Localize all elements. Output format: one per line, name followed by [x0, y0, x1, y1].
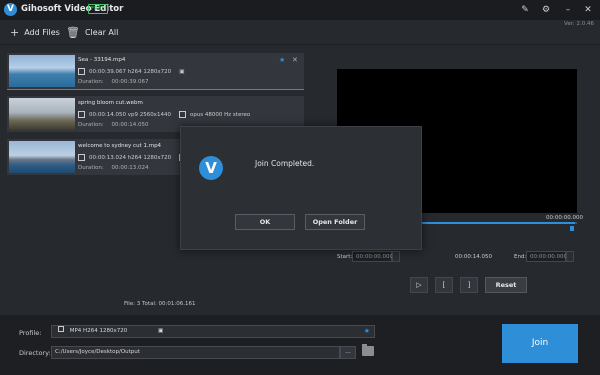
star-icon[interactable]: ★	[364, 326, 370, 337]
folder-icon[interactable]	[362, 344, 374, 356]
video-checkbox[interactable]	[78, 68, 85, 75]
format-icon: ▣	[158, 328, 164, 334]
video-thumbnail	[9, 55, 75, 87]
directory-input[interactable]: C:/Users/Joyce/Desktop/Output	[51, 346, 340, 359]
timeline-handle[interactable]	[570, 226, 574, 231]
join-completed-dialog: V Join Completed. OK Open Folder	[180, 126, 422, 250]
profile-label: Profile:	[19, 329, 42, 337]
end-label: End:	[514, 254, 527, 260]
app-title: Gihosoft Video Editor	[21, 4, 124, 14]
dialog-message: Join Completed.	[255, 159, 315, 168]
app-logo-icon: V	[4, 3, 17, 16]
duration-label: Duration:	[78, 122, 104, 128]
duration-label: Duration:	[78, 79, 104, 85]
file-duration: Duration: 00:00:13.024	[78, 165, 148, 171]
trash-icon: 🗑	[66, 26, 80, 39]
duration-value: 00:00:39.067	[111, 79, 149, 85]
file-item-1[interactable]: Sea - 33194.mp4 00:00:39.067 h264 1280x7…	[7, 53, 304, 89]
start-time-stepper[interactable]	[392, 251, 400, 262]
minimize-icon[interactable]: –	[563, 5, 573, 15]
open-folder-button[interactable]: Open Folder	[305, 214, 365, 230]
segment-duration: 00:00:14.050	[455, 254, 492, 260]
duration-label: Duration:	[78, 165, 104, 171]
file-meta: 00:00:14.050 vp9 2560x1440 opus 48000 Hz…	[78, 111, 250, 118]
duration-value: 00:00:13.024	[111, 165, 149, 171]
free-badge: FREE	[88, 4, 108, 14]
reset-button[interactable]: Reset	[485, 277, 527, 293]
browse-button[interactable]: ...	[340, 346, 356, 359]
video-checkbox[interactable]	[78, 111, 85, 118]
version-label: Ver: 2.0.46	[564, 21, 594, 27]
video-thumbnail	[9, 141, 75, 173]
profile-icon	[58, 326, 64, 332]
mark-in-button[interactable]: [	[435, 277, 453, 293]
video-info: 00:00:14.050 vp9 2560x1440	[89, 111, 171, 118]
add-files-label: Add Files	[24, 28, 60, 37]
current-time: 00:00:00.000	[546, 215, 583, 221]
join-button[interactable]: Join	[502, 324, 578, 363]
file-name: spring bloom cut.webm	[78, 100, 143, 106]
file-meta: 00:00:39.067 h264 1280x720 ▣	[78, 68, 184, 75]
edit-icon[interactable]: ✎	[520, 5, 530, 15]
end-time-input[interactable]: 00:00:00.000	[526, 251, 567, 262]
video-checkbox[interactable]	[78, 154, 85, 161]
duration-value: 00:00:14.050	[111, 122, 149, 128]
remove-file-icon[interactable]: ✕	[292, 56, 298, 64]
file-name: Sea - 33194.mp4	[78, 57, 126, 63]
subtitle-icon: ▣	[179, 68, 185, 75]
gear-icon[interactable]: ⚙	[541, 5, 551, 15]
mark-out-button[interactable]: ]	[460, 277, 478, 293]
file-duration: Duration: 00:00:14.050	[78, 122, 148, 128]
play-button[interactable]: ▷	[410, 277, 428, 293]
file-summary: File: 3 Total: 00:01:06.161	[124, 301, 196, 307]
selection-indicator	[7, 89, 304, 90]
toolbar-divider	[0, 44, 600, 45]
add-files-button[interactable]: + Add Files	[10, 26, 60, 39]
audio-info: opus 48000 Hz stereo	[189, 111, 251, 118]
close-icon[interactable]: ✕	[583, 5, 593, 15]
profile-select[interactable]: MP4 H264 1280x720 ▣ ★	[51, 325, 375, 338]
end-time-stepper[interactable]	[566, 251, 574, 262]
plus-icon: +	[10, 26, 20, 39]
file-duration: Duration: 00:00:39.067	[78, 79, 148, 85]
profile-value: MP4 H264 1280x720	[69, 328, 128, 334]
audio-checkbox[interactable]	[178, 111, 186, 118]
directory-label: Directory:	[19, 349, 51, 357]
video-info: 00:00:39.067 h264 1280x720	[89, 68, 172, 75]
video-info: 00:00:13.024 h264 1280x720	[89, 154, 172, 161]
start-label: Start:	[337, 254, 353, 260]
start-time-input[interactable]: 00:00:00.000	[352, 251, 393, 262]
app-logo-icon: V	[199, 156, 223, 180]
clear-all-label: Clear All	[84, 28, 119, 37]
star-icon[interactable]: ★	[279, 56, 285, 64]
file-name: welcome to sydney cut 1.mp4	[78, 143, 162, 149]
ok-button[interactable]: OK	[235, 214, 295, 230]
clear-all-button[interactable]: 🗑 Clear All	[66, 26, 118, 39]
video-thumbnail	[9, 98, 75, 130]
